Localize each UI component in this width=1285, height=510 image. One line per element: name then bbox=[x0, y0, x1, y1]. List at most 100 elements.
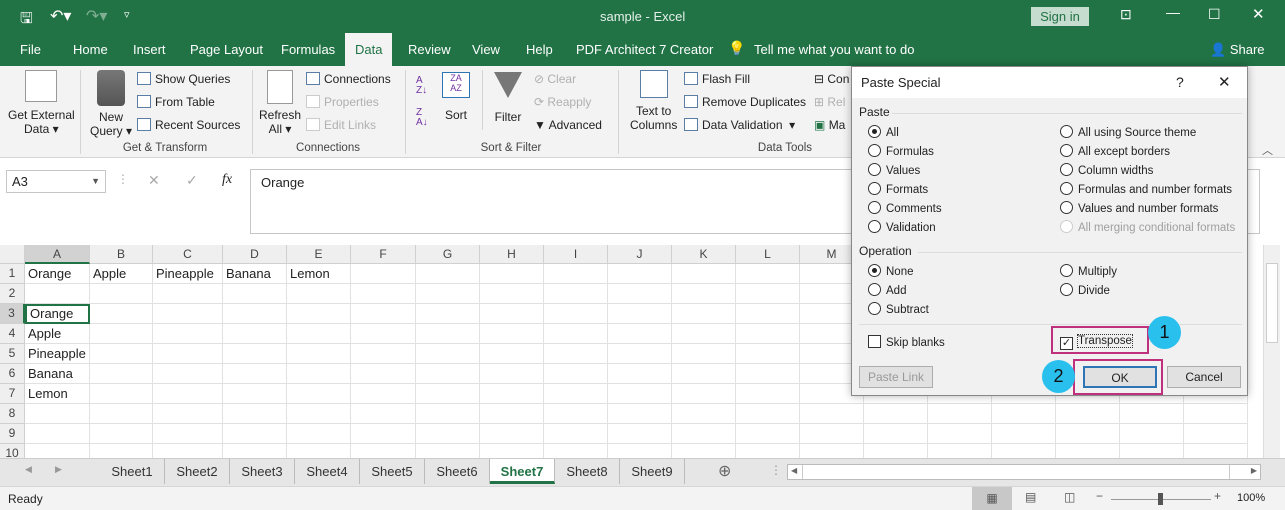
cell[interactable] bbox=[736, 284, 800, 304]
cell[interactable] bbox=[608, 424, 672, 444]
row-header[interactable]: 7 bbox=[0, 384, 25, 404]
name-box[interactable]: A3 ▼ bbox=[6, 170, 106, 193]
tab-home[interactable]: Home bbox=[63, 33, 118, 66]
cell[interactable] bbox=[800, 424, 864, 444]
cell[interactable] bbox=[90, 424, 153, 444]
row-header[interactable]: 5 bbox=[0, 344, 25, 364]
cell[interactable] bbox=[608, 384, 672, 404]
cell[interactable] bbox=[992, 424, 1056, 444]
cell[interactable]: Pineapple bbox=[25, 344, 90, 364]
row-header[interactable]: 10 bbox=[0, 444, 25, 458]
cell[interactable] bbox=[416, 384, 480, 404]
cell[interactable] bbox=[25, 404, 90, 424]
row-header[interactable]: 2 bbox=[0, 284, 25, 304]
radio-all-except-borders[interactable]: All except borders bbox=[1060, 144, 1170, 158]
cell[interactable] bbox=[153, 424, 223, 444]
cell[interactable] bbox=[736, 384, 800, 404]
cell[interactable] bbox=[1056, 424, 1120, 444]
cell[interactable] bbox=[608, 304, 672, 324]
new-query-button[interactable]: New Query ▾ bbox=[90, 70, 132, 138]
cell[interactable] bbox=[90, 384, 153, 404]
cell[interactable] bbox=[90, 404, 153, 424]
properties-button[interactable]: Properties bbox=[306, 95, 379, 109]
scroll-sheets-right-icon[interactable]: ▶ bbox=[55, 464, 62, 475]
cell[interactable] bbox=[223, 444, 287, 458]
share-button[interactable]: 👤 Share bbox=[1210, 42, 1265, 58]
cell[interactable] bbox=[928, 424, 992, 444]
cell[interactable] bbox=[153, 344, 223, 364]
cell[interactable] bbox=[223, 384, 287, 404]
scroll-right-icon[interactable]: ▶ bbox=[1251, 466, 1257, 475]
tab-review[interactable]: Review bbox=[398, 33, 461, 66]
filter-button[interactable]: Filter bbox=[494, 72, 522, 124]
cell[interactable]: Lemon bbox=[25, 384, 90, 404]
cell[interactable] bbox=[153, 444, 223, 458]
cell[interactable] bbox=[544, 324, 608, 344]
cell[interactable] bbox=[544, 304, 608, 324]
cancel-icon[interactable]: ✕ bbox=[148, 172, 160, 189]
sheet-tab-sheet3[interactable]: Sheet3 bbox=[230, 459, 295, 484]
cell[interactable] bbox=[544, 344, 608, 364]
row-header[interactable]: 1 bbox=[0, 264, 25, 284]
scroll-thumb[interactable] bbox=[1266, 263, 1278, 343]
sheet-tab-sheet4[interactable]: Sheet4 bbox=[295, 459, 360, 484]
cell[interactable] bbox=[416, 424, 480, 444]
cell[interactable] bbox=[25, 284, 90, 304]
maximize-icon[interactable]: ☐ bbox=[1208, 6, 1221, 23]
radio-multiply[interactable]: Multiply bbox=[1060, 264, 1117, 278]
column-header[interactable]: A bbox=[25, 245, 90, 264]
column-header[interactable]: E bbox=[287, 245, 351, 264]
manage-data-model-button[interactable]: ▣ Ma bbox=[814, 118, 845, 132]
cell[interactable] bbox=[287, 304, 351, 324]
help-button[interactable]: ? bbox=[1176, 67, 1184, 98]
cell[interactable] bbox=[544, 384, 608, 404]
cell[interactable] bbox=[153, 364, 223, 384]
tab-data[interactable]: Data bbox=[345, 33, 393, 66]
minimize-icon[interactable]: — bbox=[1166, 4, 1180, 20]
cell[interactable] bbox=[480, 404, 544, 424]
close-icon[interactable]: ✕ bbox=[1252, 5, 1265, 23]
zoom-slider-thumb[interactable] bbox=[1158, 493, 1163, 505]
row-header[interactable]: 9 bbox=[0, 424, 25, 444]
cell[interactable] bbox=[608, 444, 672, 458]
cell[interactable] bbox=[90, 364, 153, 384]
cell[interactable] bbox=[608, 264, 672, 284]
cell[interactable] bbox=[153, 304, 223, 324]
cell[interactable] bbox=[223, 364, 287, 384]
cell[interactable] bbox=[287, 384, 351, 404]
cell[interactable] bbox=[223, 304, 287, 324]
advanced-button[interactable]: ▼ Advanced bbox=[534, 118, 602, 132]
flash-fill-button[interactable]: Flash Fill bbox=[684, 72, 750, 86]
column-header[interactable]: I bbox=[544, 245, 608, 264]
cell[interactable] bbox=[1120, 444, 1184, 458]
refresh-all-button[interactable]: Refresh All ▾ bbox=[259, 70, 301, 136]
reapply-button[interactable]: ⟳ Reapply bbox=[534, 95, 591, 109]
sign-in-button[interactable]: Sign in bbox=[1031, 7, 1089, 26]
cell[interactable] bbox=[351, 284, 416, 304]
cell[interactable] bbox=[672, 444, 736, 458]
relationships-button[interactable]: ⊞ Rel bbox=[814, 95, 845, 109]
column-header[interactable]: H bbox=[480, 245, 544, 264]
radio-none[interactable]: None bbox=[868, 264, 914, 278]
cell[interactable] bbox=[1056, 444, 1120, 458]
cell[interactable] bbox=[287, 364, 351, 384]
scroll-thumb[interactable] bbox=[802, 465, 1230, 479]
paste-link-button[interactable]: Paste Link bbox=[859, 366, 933, 388]
cell[interactable] bbox=[736, 364, 800, 384]
cell[interactable] bbox=[25, 424, 90, 444]
tab-help[interactable]: Help bbox=[516, 33, 563, 66]
zoom-out-button[interactable]: − bbox=[1096, 489, 1103, 503]
radio-formats[interactable]: Formats bbox=[868, 182, 928, 196]
cell[interactable]: Banana bbox=[223, 264, 287, 284]
cell[interactable] bbox=[736, 264, 800, 284]
edit-links-button[interactable]: Edit Links bbox=[306, 118, 376, 132]
cell[interactable] bbox=[287, 344, 351, 364]
cell[interactable] bbox=[90, 304, 153, 324]
sheet-tab-sheet1[interactable]: Sheet1 bbox=[100, 459, 165, 484]
cell[interactable] bbox=[480, 344, 544, 364]
column-header[interactable]: K bbox=[672, 245, 736, 264]
remove-duplicates-button[interactable]: Remove Duplicates bbox=[684, 95, 806, 109]
cell[interactable] bbox=[992, 444, 1056, 458]
cell[interactable] bbox=[608, 324, 672, 344]
text-to-columns-button[interactable]: Text to Columns bbox=[630, 70, 677, 132]
